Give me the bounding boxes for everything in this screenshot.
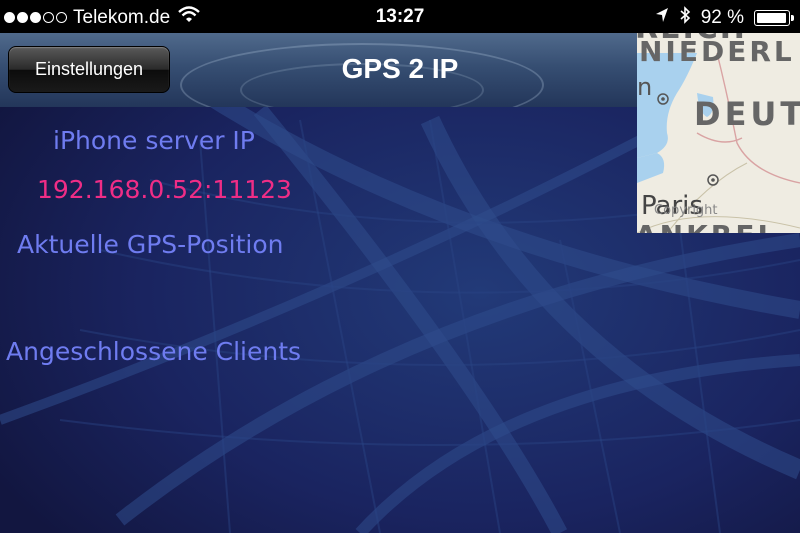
settings-back-button[interactable]: Einstellungen — [8, 46, 170, 93]
map-label-niederlande: NIEDERL — [639, 35, 795, 68]
map-label-frankreich: ANKREI — [637, 219, 771, 233]
battery-icon — [754, 10, 794, 26]
server-ip-value: 192.168.0.52:11123 — [37, 175, 292, 204]
map-view[interactable]: REICH NIEDERL n DEUT Paris Copyright ANK… — [637, 33, 800, 233]
server-ip-heading: iPhone server IP — [53, 126, 255, 155]
navigation-bar: Einstellungen GPS 2 IP — [0, 33, 637, 107]
bluetooth-icon — [679, 6, 691, 30]
connected-clients-heading: Angeschlossene Clients — [6, 337, 302, 366]
location-arrow-icon — [655, 7, 669, 29]
page-title: GPS 2 IP — [341, 53, 459, 84]
map-copyright[interactable]: Copyright — [654, 203, 718, 218]
battery-percent: 92 % — [700, 7, 744, 28]
map-label-deutschland: DEUT — [694, 95, 800, 133]
gps-position-heading: Aktuelle GPS-Position — [17, 230, 284, 259]
map-label-n: n — [637, 73, 653, 101]
status-bar: Telekom.de 13:27 92 % — [0, 0, 800, 33]
